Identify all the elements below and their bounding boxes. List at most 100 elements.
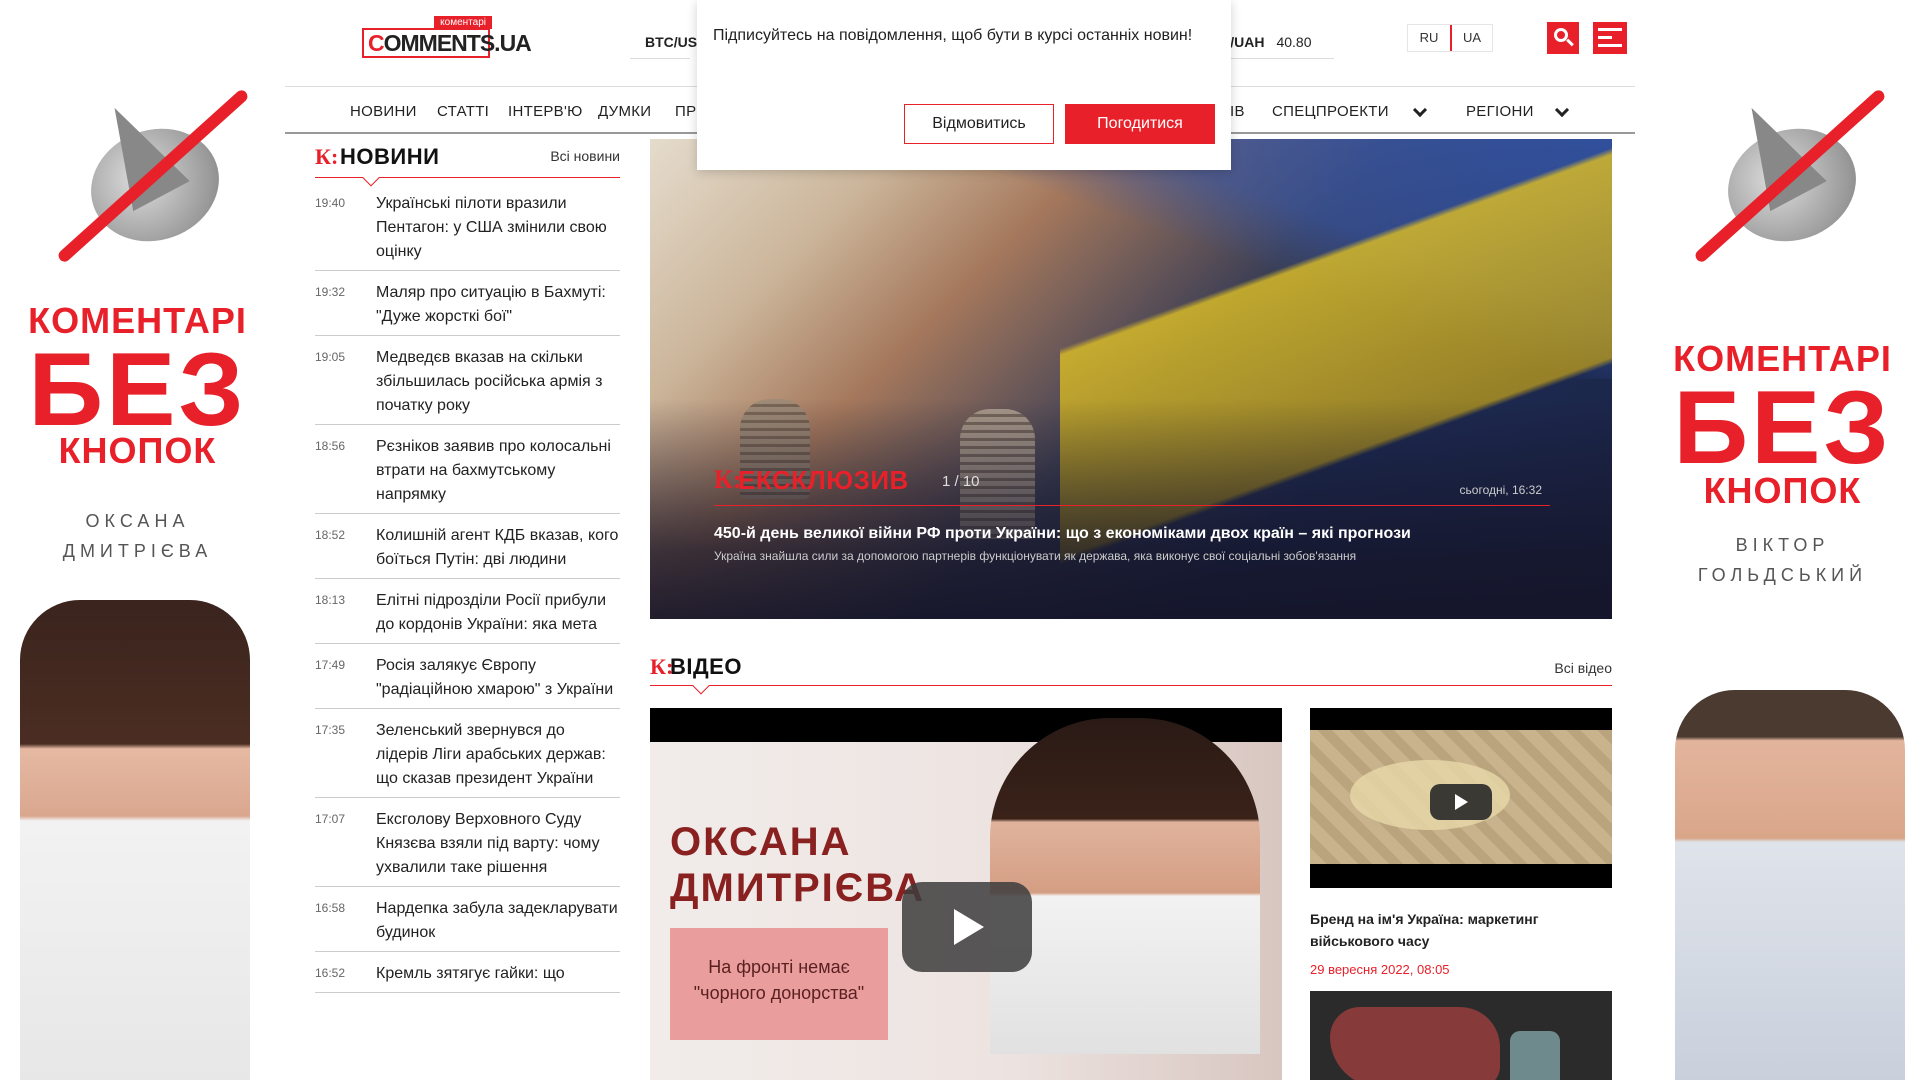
banner-name-first: ОКСАНА — [85, 511, 190, 531]
news-time: 16:58 — [315, 901, 346, 915]
section-title: НОВИНИ — [340, 144, 440, 169]
banner-title-line2: БЕЗ — [1673, 370, 1892, 486]
news-headline[interactable]: Рєзніков заявив про колосальні втрати на… — [376, 435, 620, 507]
side-video-date: 29 вересня 2022, 08:05 — [1310, 962, 1450, 977]
logo-wordmark: COMMENTS.UA — [362, 28, 532, 58]
side-video-title[interactable]: Бренд на ім'я Україна: маркетинг військо… — [1310, 908, 1612, 952]
side-video: Бренд на ім'я Україна: маркетинг військо… — [1310, 708, 1612, 1080]
nav-item-interview[interactable]: ІНТЕРВ'Ю — [508, 103, 583, 120]
news-headline[interactable]: Росія залякує Європу "радіаційною хмарою… — [376, 654, 620, 702]
play-button[interactable] — [1430, 784, 1492, 820]
deny-button[interactable]: Відмовитись — [904, 104, 1054, 144]
divider — [630, 58, 690, 59]
section-k-mark: К: — [315, 144, 339, 169]
news-time: 19:40 — [315, 196, 346, 210]
news-headline[interactable]: Кремль зятягує гайки: що — [376, 962, 620, 986]
news-time: 17:35 — [315, 723, 346, 737]
news-headline[interactable]: Маляр про ситуацію в Бахмуті: "Дуже жорс… — [376, 281, 620, 329]
nav-item-special-projects[interactable]: СПЕЦПРОЕКТИ — [1272, 103, 1389, 120]
hero-slider[interactable]: К: ЕКСКЛЮЗИВ 1 / 10 сьогодні, 16:32 450-… — [650, 139, 1612, 619]
notification-dialog: Підписуйтесь на повідомлення, щоб бути в… — [697, 0, 1231, 170]
play-icon — [1455, 794, 1468, 810]
hamburger-icon — [1598, 28, 1622, 31]
news-item[interactable]: 16:52 Кремль зятягує гайки: що — [315, 962, 620, 993]
news-item[interactable]: 18:56 Рєзніков заявив про колосальні втра… — [315, 435, 620, 514]
nav-item-regions[interactable]: РЕГІОНИ — [1466, 103, 1534, 120]
chevron-down-icon[interactable] — [1412, 102, 1428, 118]
menu-button[interactable] — [1593, 22, 1627, 54]
nav-item-news[interactable]: НОВИНИ — [350, 103, 417, 120]
nav-item-partial[interactable]: ПР — [675, 103, 696, 120]
lang-ua[interactable]: UA — [1450, 25, 1492, 51]
nav-item-opinions[interactable]: ДУМКИ — [598, 103, 651, 120]
news-item[interactable]: 17:07 Ексголову Верховного Суду Князєва в… — [315, 808, 620, 887]
news-column: К: НОВИНИ Всі новини 19:40 Українські піл… — [315, 138, 620, 1003]
lang-ru[interactable]: RU — [1408, 25, 1450, 51]
banner-title-line3: КНОПОК — [58, 430, 217, 471]
news-headline[interactable]: Елітні підрозділи Росії прибули до кордо… — [376, 589, 620, 637]
news-time: 17:49 — [315, 658, 346, 672]
play-icon — [954, 909, 984, 945]
hero-headline[interactable]: 450-й день великої війни РФ проти Україн… — [714, 525, 1411, 543]
banner-name-last: ДМИТРІЄВА — [62, 541, 213, 561]
video-quote: На фронті немає "чорного донорства" — [670, 928, 888, 1040]
news-time: 16:52 — [315, 966, 346, 980]
news-time: 17:07 — [315, 812, 346, 826]
site-logo[interactable]: коментарі COMMENTS.UA — [362, 16, 532, 64]
news-time: 18:56 — [315, 439, 346, 453]
language-switcher: RU UA — [1407, 24, 1493, 52]
news-item[interactable]: 16:58 Нардепка забула задекларувати будин… — [315, 897, 620, 952]
slide-counter: 1 / 10 — [942, 473, 980, 490]
news-headline[interactable]: Українські пілоти вразили Пентагон: у СШ… — [376, 192, 620, 264]
news-item[interactable]: 17:35 Зеленський звернувся до лідерів Ліг… — [315, 719, 620, 798]
news-time: 18:52 — [315, 528, 346, 542]
news-item[interactable]: 19:32 Маляр про ситуацію в Бахмуті: "Дуже… — [315, 281, 620, 336]
hero-date: сьогодні, 16:32 — [1459, 483, 1542, 497]
video-section-header: К: ВІДЕО Всі відео — [650, 650, 1612, 695]
news-headline[interactable]: Ексголову Верховного Суду Князєва взяли … — [376, 808, 620, 880]
banner-portrait — [1675, 690, 1905, 1080]
news-headline[interactable]: Зеленський звернувся до лідерів Ліги ара… — [376, 719, 620, 791]
news-item[interactable]: 18:52 Колишній агент КДБ вказав, кого бої… — [315, 524, 620, 579]
banner-title-line3: КНОПОК — [1703, 470, 1862, 511]
banner-logo-icon — [1675, 87, 1887, 265]
news-item[interactable]: 18:13 Елітні підрозділи Росії прибули до … — [315, 589, 620, 644]
side-video-thumbnail-2[interactable] — [1310, 991, 1612, 1080]
right-ad-banner[interactable]: КОМЕНТАРІ БЕЗ КНОПОК ВІКТОР ГОЛЬДСЬКИЙ — [1635, 0, 1920, 1080]
video-person-image — [990, 718, 1260, 1054]
news-headline[interactable]: Нардепка забула задекларувати будинок — [376, 897, 620, 945]
banner-name-first: ВІКТОР — [1735, 535, 1830, 555]
all-news-link[interactable]: Всі новини — [550, 148, 620, 164]
news-section-header: К: НОВИНИ Всі новини — [315, 138, 620, 187]
dialog-message: Підписуйтесь на повідомлення, щоб бути в… — [713, 27, 1193, 44]
left-ad-banner[interactable]: КОМЕНТАРІ БЕЗ КНОПОК ОКСАНА ДМИТРІЄВА — [0, 0, 285, 1080]
banner-name-last: ГОЛЬДСЬКИЙ — [1697, 565, 1868, 585]
news-time: 18:13 — [315, 593, 346, 607]
video-title-line2: ДМИТРІЄВА — [670, 866, 926, 910]
news-item[interactable]: 19:40 Українські пілоти вразили Пентагон:… — [315, 192, 620, 271]
video-section: К: ВІДЕО Всі відео ОКСАНА ДМИТРІЄВА На ф… — [650, 650, 1612, 1080]
nav-item-articles[interactable]: СТАТТІ — [437, 103, 489, 120]
all-videos-link[interactable]: Всі відео — [1554, 660, 1612, 676]
banner-portrait — [20, 600, 250, 1080]
news-headline[interactable]: Колишній агент КДБ вказав, кого боїться … — [376, 524, 620, 572]
play-button[interactable] — [902, 882, 1032, 972]
video-title-line1: ОКСАНА — [670, 820, 852, 864]
chevron-down-icon[interactable] — [1554, 102, 1570, 118]
main-video-player[interactable]: ОКСАНА ДМИТРІЄВА На фронті немає "чорног… — [650, 708, 1282, 1080]
banner-person-name: ОКСАНА ДМИТРІЄВА — [0, 506, 280, 566]
banner-logo-icon — [38, 87, 250, 265]
news-item[interactable]: 19:05 Медведєв вказав на скільки збільшил… — [315, 346, 620, 425]
nav-item-partial-2[interactable]: ІВ — [1230, 103, 1245, 120]
hero-category[interactable]: ЕКСКЛЮЗИВ — [738, 465, 909, 496]
side-video-thumbnail[interactable] — [1310, 708, 1612, 888]
section-title: ВІДЕО — [670, 654, 742, 679]
news-list: 19:40 Українські пілоти вразили Пентагон:… — [315, 192, 620, 993]
news-time: 19:32 — [315, 285, 346, 299]
accept-button[interactable]: Погодитися — [1065, 104, 1215, 144]
search-button[interactable] — [1547, 22, 1579, 54]
news-headline[interactable]: Медведєв вказав на скільки збільшилась р… — [376, 346, 620, 418]
news-time: 19:05 — [315, 350, 346, 364]
news-item[interactable]: 17:49 Росія залякує Європу "радіаційною х… — [315, 654, 620, 709]
hero-subtitle: Україна знайшла сили за допомогою партне… — [714, 549, 1357, 563]
